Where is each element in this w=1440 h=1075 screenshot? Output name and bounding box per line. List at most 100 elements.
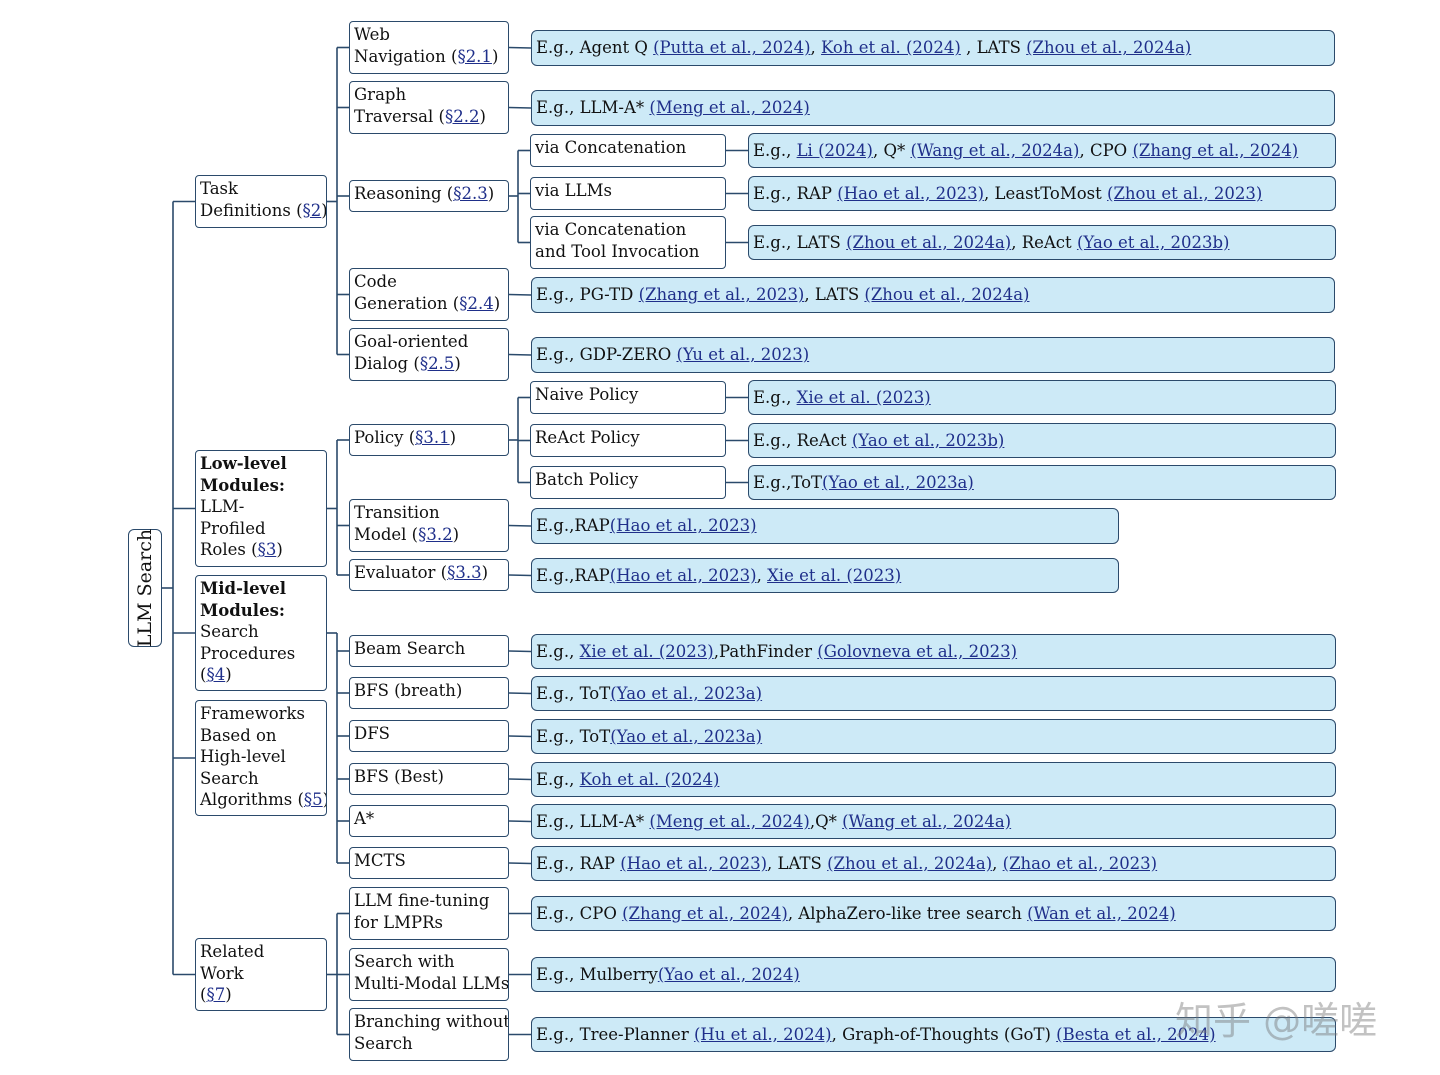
citation-link[interactable]: §3.3 bbox=[447, 563, 482, 582]
text-run: ) bbox=[449, 428, 457, 447]
text-run: Policy ( bbox=[354, 428, 416, 447]
citation-link[interactable]: (Zhou et al., 2024a) bbox=[864, 285, 1029, 304]
node-eval: Evaluator (§3.3) bbox=[349, 559, 509, 591]
citation-link[interactable]: §2.1 bbox=[457, 47, 492, 66]
node-line: Goal-oriented bbox=[354, 331, 504, 353]
citation-link[interactable]: (Zhang et al., 2024) bbox=[1132, 141, 1298, 160]
citation-link[interactable]: §2.5 bbox=[420, 354, 455, 373]
citation-link[interactable]: (Hao et al., 2023) bbox=[620, 854, 767, 873]
leaf-text: E.g., LLM-A* (Meng et al., 2024),Q* (Wan… bbox=[536, 811, 1011, 833]
citation-link[interactable]: (Golovneva et al., 2023) bbox=[817, 642, 1017, 661]
leaf-text: E.g., ToT(Yao et al., 2023a) bbox=[536, 683, 762, 705]
citation-link[interactable]: Xie et al. (2023) bbox=[767, 566, 901, 585]
citation-link[interactable]: §2 bbox=[303, 201, 322, 220]
citation-link[interactable]: Xie et al. (2023) bbox=[580, 642, 714, 661]
text-run: Generation ( bbox=[354, 293, 460, 313]
citation-link[interactable]: (Wang et al., 2024a) bbox=[842, 812, 1011, 831]
citation-link[interactable]: (Hao et al., 2023) bbox=[837, 184, 984, 203]
text-run: Multi-Modal LLMs bbox=[354, 973, 509, 993]
node-line: Modules: bbox=[200, 600, 322, 622]
text-run: ) bbox=[323, 790, 326, 809]
citation-link[interactable]: §4 bbox=[206, 665, 225, 684]
leaf-text: E.g., CPO (Zhang et al., 2024), AlphaZer… bbox=[536, 903, 1176, 925]
text-run: Search bbox=[200, 622, 259, 641]
text-run: E.g., RAP bbox=[753, 183, 838, 203]
citation-link[interactable]: (Yao et al., 2023a) bbox=[610, 727, 762, 746]
text-run: and Tool Invocation bbox=[535, 241, 700, 261]
text-run: via Concatenation bbox=[535, 220, 687, 239]
citation-link[interactable]: (Hao et al., 2023) bbox=[610, 516, 757, 535]
text-run: ) bbox=[493, 293, 501, 313]
node-concat: via Concatenation bbox=[530, 134, 726, 167]
node-line: (§7) bbox=[200, 984, 322, 1006]
citation-link[interactable]: §3 bbox=[258, 540, 277, 559]
citation-link[interactable]: (Yu et al., 2023) bbox=[676, 345, 809, 364]
text-run: Related bbox=[200, 942, 265, 961]
citation-link[interactable]: (Zhang et al., 2024) bbox=[622, 904, 788, 923]
leaf-text: E.g., LATS (Zhou et al., 2024a), ReAct (… bbox=[753, 232, 1229, 254]
text-run: , ReAct bbox=[1011, 232, 1077, 252]
citation-link[interactable]: (Yao et al., 2024) bbox=[658, 965, 800, 984]
citation-link[interactable]: §2.2 bbox=[445, 107, 480, 126]
node-line: Traversal (§2.2) bbox=[354, 106, 504, 128]
text-run: Task bbox=[200, 179, 239, 198]
citation-link[interactable]: (Hu et al., 2024) bbox=[694, 1025, 832, 1044]
citation-link[interactable]: (Zhou et al., 2024a) bbox=[846, 233, 1011, 252]
node-line: MCTS bbox=[354, 850, 504, 872]
citation-link[interactable]: (Yao et al., 2023b) bbox=[852, 431, 1005, 450]
text-run: E.g.,ToT bbox=[753, 472, 823, 492]
node-line: via Concatenation bbox=[535, 137, 721, 159]
citation-link[interactable]: (Zhou et al., 2024a) bbox=[1026, 38, 1191, 57]
citation-link[interactable]: (Meng et al., 2024) bbox=[649, 98, 809, 117]
connector-line bbox=[508, 574, 532, 577]
citation-link[interactable]: Koh et al. (2024) bbox=[580, 770, 720, 789]
citation-link[interactable]: (Zhou et al., 2023) bbox=[1107, 184, 1262, 203]
text-run: , Q* bbox=[872, 140, 911, 160]
citation-link[interactable]: (Zhao et al., 2023) bbox=[1003, 854, 1157, 873]
leaf-l-multimodal: E.g., Mulberry(Yao et al., 2024) bbox=[531, 957, 1336, 992]
text-run: LLM fine-tuning bbox=[354, 891, 490, 910]
node-finetune: LLM fine-tuning for LMPRs bbox=[349, 887, 509, 940]
citation-link[interactable]: §5 bbox=[304, 790, 323, 809]
connector-line bbox=[508, 106, 532, 109]
citation-link[interactable]: Xie et al. (2023) bbox=[797, 388, 931, 407]
citation-link[interactable]: §3.2 bbox=[418, 525, 453, 544]
citation-link[interactable]: §2.4 bbox=[459, 294, 494, 313]
citation-link[interactable]: Koh et al. (2024) bbox=[821, 38, 961, 57]
node-line: Evaluator (§3.3) bbox=[354, 562, 504, 584]
citation-link[interactable]: (Hao et al., 2023) bbox=[610, 566, 757, 585]
node-line: Generation (§2.4) bbox=[354, 293, 504, 315]
leaf-text: E.g.,RAP(Hao et al., 2023), Xie et al. (… bbox=[536, 565, 901, 587]
root-node: LLM Search bbox=[128, 529, 162, 647]
citation-link[interactable]: (Meng et al., 2024) bbox=[649, 812, 809, 831]
citation-link[interactable]: Li (2024) bbox=[797, 141, 873, 160]
citation-link[interactable]: §3.1 bbox=[415, 428, 450, 447]
citation-link[interactable]: (Yao et al., 2023a) bbox=[610, 684, 762, 703]
citation-link[interactable]: §7 bbox=[206, 985, 225, 1004]
node-bfsbest: BFS (Best) bbox=[349, 763, 509, 795]
text-run: E.g., bbox=[536, 641, 580, 661]
citation-link[interactable]: (Zhou et al., 2024a) bbox=[827, 854, 992, 873]
leaf-l-batch: E.g.,ToT(Yao et al., 2023a) bbox=[748, 465, 1336, 500]
node-batch: Batch Policy bbox=[530, 466, 726, 499]
citation-link[interactable]: (Wan et al., 2024) bbox=[1027, 904, 1176, 923]
citation-link[interactable]: (Yao et al., 2023a) bbox=[822, 473, 974, 492]
node-line: Task bbox=[200, 178, 322, 200]
leaf-l-goal: E.g., GDP-ZERO (Yu et al., 2023) bbox=[531, 337, 1335, 373]
citation-link[interactable]: (Zhang et al., 2023) bbox=[639, 285, 805, 304]
citation-link[interactable]: §2.3 bbox=[453, 184, 488, 203]
citation-link[interactable]: (Putta et al., 2024) bbox=[653, 38, 810, 57]
node-line: Branching without bbox=[354, 1011, 508, 1033]
leaf-l-react: E.g., ReAct (Yao et al., 2023b) bbox=[748, 423, 1336, 458]
node-web: Web Navigation (§2.1) bbox=[349, 21, 509, 74]
node-goal: Goal-oriented Dialog (§2.5) bbox=[349, 328, 509, 381]
leaf-l-graph: E.g., LLM-A* (Meng et al., 2024) bbox=[531, 90, 1335, 126]
citation-link[interactable]: (Wang et al., 2024a) bbox=[910, 141, 1079, 160]
leaf-text: E.g., Tree-Planner (Hu et al., 2024), Gr… bbox=[536, 1024, 1216, 1046]
node-line: LLM fine-tuning bbox=[354, 890, 504, 912]
text-run: Search with bbox=[354, 952, 455, 971]
text-run: , AlphaZero-like tree search bbox=[787, 903, 1028, 923]
text-run: ) bbox=[321, 201, 326, 220]
leaf-text: E.g., ToT(Yao et al., 2023a) bbox=[536, 726, 762, 748]
citation-link[interactable]: (Yao et al., 2023b) bbox=[1077, 233, 1230, 252]
